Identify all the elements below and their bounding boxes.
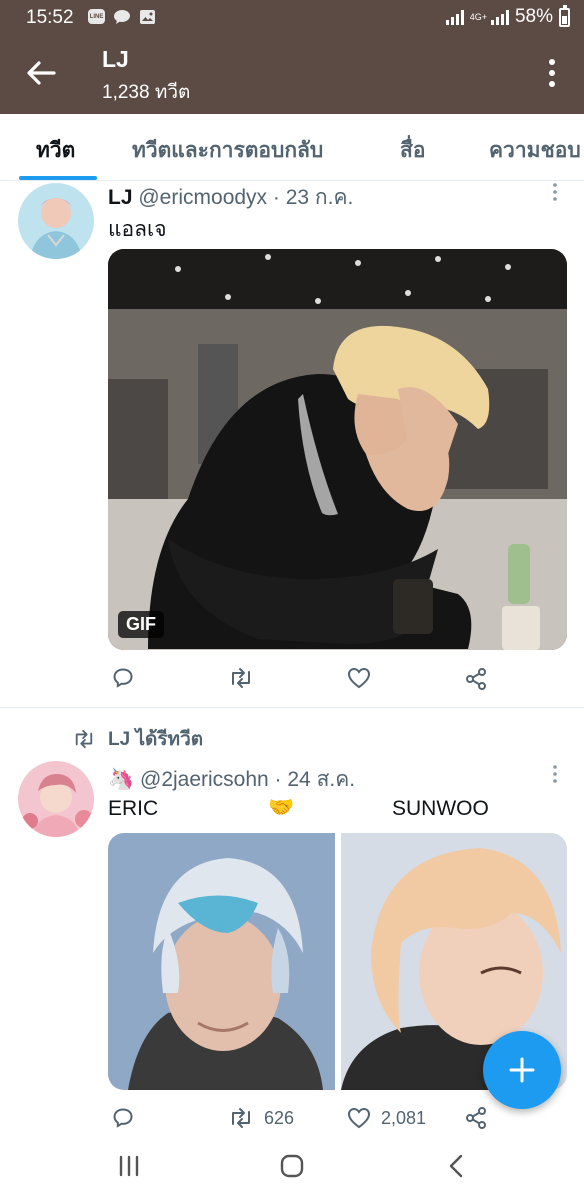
home-icon[interactable] (279, 1153, 305, 1179)
avatar[interactable] (18, 183, 94, 259)
battery-icon (559, 4, 570, 27)
heart-icon (347, 667, 371, 689)
active-tab-indicator (19, 176, 97, 180)
retweet-icon (232, 668, 250, 688)
retweeted-by-label: LJ ได้รีทวีต (108, 729, 204, 750)
profile-title-block: LJ 1,238 ทวีต (102, 46, 190, 107)
network-type: 4G+ (469, 11, 487, 22)
more-options-icon[interactable] (548, 58, 556, 88)
tab-tweets-replies[interactable]: ทวีตและการตอบกลับ (132, 134, 323, 167)
app-header: LJ 1,238 ทวีต (0, 36, 584, 114)
tweet-text-eric: ERIC (108, 797, 159, 820)
retweet-count: 626 (264, 1107, 295, 1128)
tweet-author-name[interactable]: LJ (108, 186, 133, 209)
retweet-button[interactable]: 626 (228, 1107, 294, 1129)
retweet-icon (232, 1108, 250, 1128)
reply-button[interactable] (112, 1107, 144, 1129)
tweet-text: แอลเจ (108, 218, 167, 241)
status-bar: 15:52 LINE 4G+ 58% (0, 0, 584, 36)
system-nav-bar (0, 1134, 584, 1200)
handshake-emoji: 🤝 (268, 796, 295, 819)
tab-media[interactable]: สื่อ (400, 134, 425, 167)
heart-icon (347, 1107, 371, 1129)
recent-apps-icon[interactable] (117, 1154, 141, 1178)
notification-icons: LINE (88, 9, 156, 30)
tweet-header: 🦄 @2jaericsohn · 24 ส.ค. (108, 763, 355, 796)
signal-icon (445, 9, 464, 25)
reply-icon (113, 668, 133, 688)
profile-name: LJ (102, 46, 129, 72)
gif-badge: GIF (118, 611, 164, 638)
back-nav-icon[interactable] (446, 1153, 466, 1179)
unicorn-emoji[interactable]: 🦄 (108, 768, 134, 791)
profile-tabs: ทวีต ทวีตและการตอบกลับ สื่อ ความชอบ (0, 114, 584, 181)
reply-icon (113, 1108, 133, 1128)
reply-button[interactable] (112, 667, 144, 689)
tweet-divider (0, 707, 584, 708)
tweet-more-icon[interactable] (553, 183, 557, 201)
tweet-text-sunwoo: SUNWOO (392, 797, 489, 820)
tweet-header: LJ @ericmoodyx · 23 ก.ค. (108, 181, 353, 214)
tweet-count: 1,238 ทวีต (102, 82, 191, 103)
plus-icon (509, 1057, 535, 1083)
image-icon (139, 9, 156, 30)
like-count: 2,081 (381, 1107, 427, 1128)
tab-likes[interactable]: ความชอบ (489, 134, 581, 167)
share-button[interactable] (464, 1106, 498, 1130)
tab-tweets[interactable]: ทวีต (36, 134, 75, 167)
tweet-photo-left[interactable] (108, 833, 335, 1090)
retweet-button[interactable] (228, 667, 264, 689)
like-button[interactable]: 2,081 (347, 1107, 426, 1129)
share-icon (466, 1107, 486, 1129)
top-bar: 15:52 LINE 4G+ 58% LJ 1,238 ทวีต (0, 0, 584, 114)
signal-icon-2 (490, 9, 509, 25)
tweet-gif-media[interactable]: GIF (108, 249, 567, 650)
back-arrow-icon[interactable] (24, 56, 58, 90)
like-button[interactable] (347, 667, 381, 689)
line-icon: LINE (88, 9, 105, 24)
retweeted-by-row[interactable]: LJ ได้รีทวีต (72, 724, 203, 754)
share-icon (466, 668, 486, 690)
retweet-indicator-icon (75, 729, 93, 749)
compose-tweet-button[interactable] (483, 1031, 561, 1109)
battery-percent: 58% (514, 6, 553, 27)
tweet-handle-date[interactable]: @2jaericsohn · 24 ส.ค. (140, 768, 355, 791)
tweet-more-icon[interactable] (553, 765, 557, 783)
status-time: 15:52 (26, 7, 74, 28)
tweet-handle-date[interactable]: @ericmoodyx · 23 ก.ค. (138, 186, 353, 209)
status-right: 4G+ 58% (445, 4, 570, 28)
chat-bubble-icon (113, 9, 131, 30)
share-button[interactable] (464, 667, 498, 691)
avatar[interactable] (18, 761, 94, 837)
